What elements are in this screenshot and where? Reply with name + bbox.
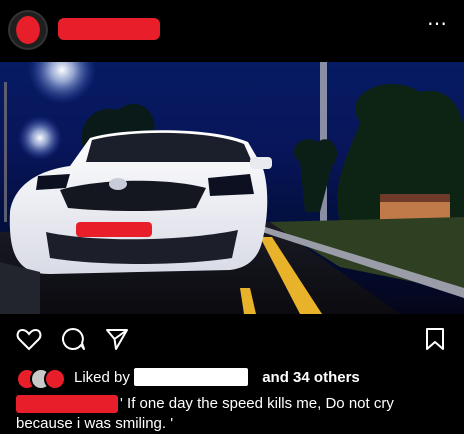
likes-suffix: and 34 others: [262, 369, 360, 386]
post-photo[interactable]: [0, 62, 464, 314]
side-mirror: [250, 157, 272, 169]
headlight-left: [36, 174, 70, 190]
bookmark-icon[interactable]: [422, 326, 448, 352]
redaction-mark: [16, 16, 40, 44]
caption-username-redacted[interactable]: [16, 395, 118, 413]
license-plate-redacted: [76, 222, 152, 237]
lamp-post: [4, 82, 7, 222]
car-night-photo: [0, 62, 464, 314]
caption-line1: ' If one day the speed kills me, Do not …: [120, 395, 394, 412]
avatar: [44, 368, 66, 390]
post-header: ⋯: [0, 0, 464, 62]
street-light-glow: [28, 62, 96, 104]
username-redacted[interactable]: [58, 18, 160, 40]
caption-line2: because i was smiling. ': [16, 415, 174, 432]
car-logo: [109, 178, 127, 190]
heart-icon[interactable]: [16, 326, 42, 352]
more-options-icon[interactable]: ⋯: [427, 14, 448, 34]
tree: [293, 139, 338, 212]
liker-avatars: [16, 368, 68, 390]
liker-name-redacted: [134, 368, 248, 386]
avatar[interactable]: [10, 12, 46, 48]
street-light-glow: [18, 116, 62, 160]
send-icon[interactable]: [104, 326, 130, 352]
grille: [60, 180, 206, 211]
likes-prefix: Liked by: [74, 369, 130, 386]
comment-icon[interactable]: [60, 326, 86, 352]
